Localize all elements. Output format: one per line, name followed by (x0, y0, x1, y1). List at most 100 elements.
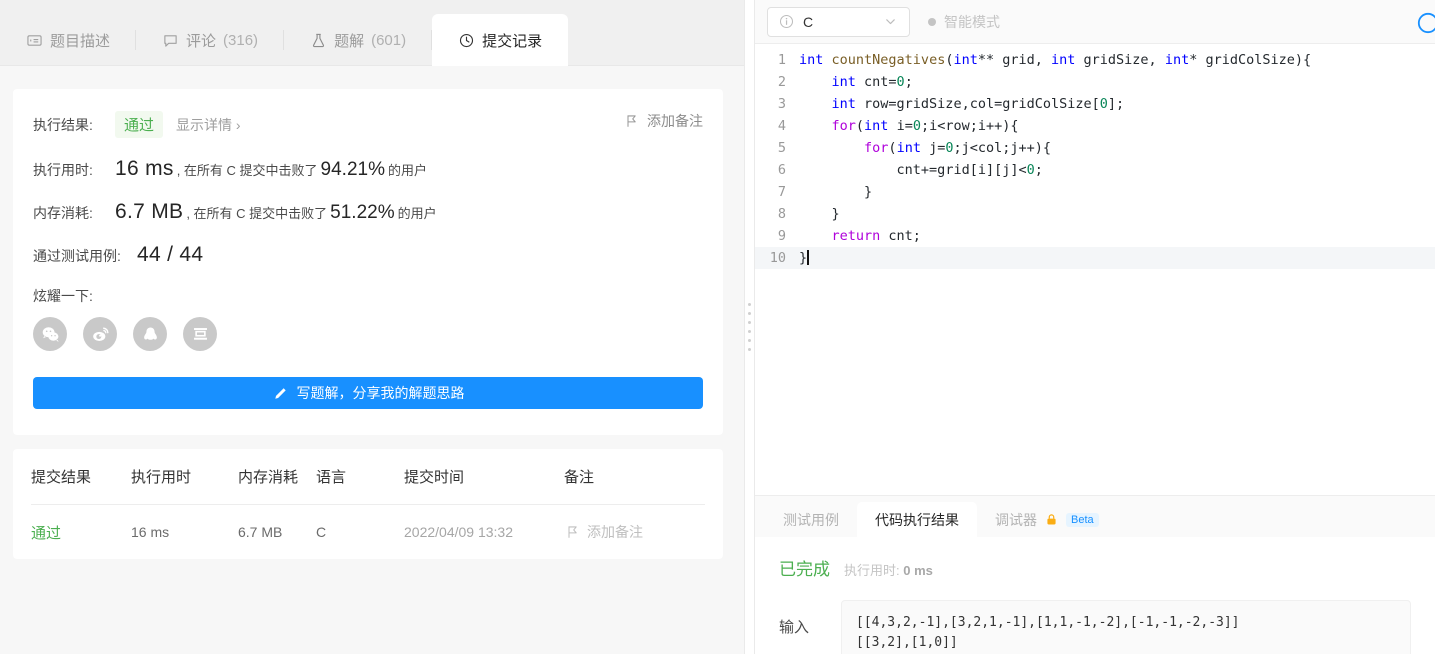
description-icon (26, 32, 43, 49)
tab-execution-result[interactable]: 代码执行结果 (857, 502, 977, 537)
code-line-active: 10 } (755, 247, 1435, 269)
code-line: 7 } (755, 181, 1435, 203)
chevron-down-icon (882, 13, 899, 30)
console-tab-label: 测试用例 (783, 511, 839, 528)
smart-mode-label: 智能模式 (944, 13, 1000, 30)
line-content: int cnt=0; (831, 74, 913, 90)
memory-midtext: , 在所有 C 提交中击败了 (186, 206, 328, 221)
tab-submissions[interactable]: 提交记录 (432, 14, 569, 66)
runtime-percentile: 94.21% (320, 159, 385, 180)
qq-icon[interactable] (133, 317, 167, 351)
tab-label: 题目描述 (50, 32, 111, 50)
tab-comments[interactable]: 评论 (316) (136, 14, 285, 66)
handle-dot (748, 348, 751, 351)
memory-label: 内存消耗: (33, 205, 93, 221)
editor-toolbar: C 智能模式 (755, 0, 1435, 44)
problem-tabbar: 题目描述 评论 (316) 题解 (601) 提交记录 (0, 0, 744, 66)
code-line: 4 for(int i=0;i<row;i++){ (755, 115, 1435, 137)
tab-label: 提交记录 (482, 32, 543, 50)
wechat-icon[interactable] (33, 317, 67, 351)
code-line: 6 cnt+=grid[i][j]<0; (755, 159, 1435, 181)
tab-count: (601) (371, 31, 407, 49)
memory-row: 内存消耗: 6.7 MB , 在所有 C 提交中击败了 51.22% 的用户 (33, 200, 703, 224)
row-add-note-button[interactable]: 添加备注 (564, 522, 705, 542)
line-number: 7 (777, 184, 786, 200)
line-content: for(int j=0;j<col;j++){ (864, 140, 1052, 156)
testcase-value: 44 / 44 (137, 243, 204, 266)
runtime-row: 执行用时: 16 ms , 在所有 C 提交中击败了 94.21% 的用户 (33, 157, 703, 181)
input-box[interactable]: [[4,3,2,-1],[3,2,1,-1],[1,1,-1,-2],[-1,-… (841, 600, 1411, 654)
console-tabbar: 测试用例 代码执行结果 调试器 Beta (755, 496, 1435, 537)
write-solution-button[interactable]: 写题解，分享我的解题思路 (33, 377, 703, 409)
share-label: 炫耀一下: (33, 288, 93, 304)
col-header-memory: 内存消耗 (238, 469, 299, 486)
col-header-runtime: 执行用时 (131, 469, 192, 486)
pencil-icon (272, 385, 289, 402)
row-status[interactable]: 通过 (31, 522, 131, 543)
col-header-time: 提交时间 (404, 469, 465, 486)
tab-description[interactable]: 题目描述 (0, 14, 137, 66)
line-number: 8 (777, 206, 786, 222)
testcase-label: 通过测试用例: (33, 248, 121, 264)
input-line-1: [[4,3,2,-1],[3,2,1,-1],[1,1,-1,-2],[-1,-… (856, 615, 1240, 630)
row-memory: 6.7 MB (238, 524, 283, 540)
help-circle-icon[interactable] (1417, 12, 1435, 39)
code-line: 8 } (755, 203, 1435, 225)
table-row[interactable]: 通过 16 ms 6.7 MB C 2022/04/09 13:32 添加备注 (31, 505, 705, 559)
add-note-button[interactable]: 添加备注 (623, 111, 703, 131)
tab-solutions[interactable]: 题解 (601) (284, 14, 433, 66)
console-body: 已完成 执行用时: 0 ms 输入 [[4,3,2,-1],[3,2,1,-1]… (755, 537, 1435, 654)
console-tab-label: 代码执行结果 (875, 511, 959, 528)
tab-label: 题解 (334, 32, 365, 50)
line-number: 5 (777, 140, 786, 156)
flag-icon (564, 524, 581, 541)
tab-testcase[interactable]: 测试用例 (765, 502, 857, 537)
tab-count: (316) (223, 31, 259, 49)
line-number: 1 (777, 52, 786, 68)
language-selector[interactable]: C (767, 6, 910, 37)
add-note-label: 添加备注 (647, 113, 703, 129)
row-runtime: 16 ms (131, 524, 170, 540)
panel-resize-handle[interactable] (744, 0, 755, 654)
tab-label: 评论 (186, 32, 217, 50)
status-badge: 通过 (115, 111, 164, 138)
text-caret (807, 250, 809, 265)
console-input-row: 输入 [[4,3,2,-1],[3,2,1,-1],[1,1,-1,-2],[-… (779, 600, 1411, 654)
line-content: for(int i=0;i<row;i++){ (831, 118, 1019, 134)
handle-dot (748, 339, 751, 342)
code-line: 1 int countNegatives(int** grid, int gri… (755, 49, 1435, 71)
code-editor[interactable]: 1 int countNegatives(int** grid, int gri… (755, 44, 1435, 495)
leetcode-submission-page: 题目描述 评论 (316) 题解 (601) 提交记录 添加备注 执行结果: 通… (0, 0, 1435, 654)
console-runtime: 执行用时: 0 ms (844, 560, 933, 579)
code-line: 5 for(int j=0;j<col;j++){ (755, 137, 1435, 159)
testcase-row: 通过测试用例: 44 / 44 (33, 243, 703, 267)
smart-mode-toggle[interactable]: 智能模式 (928, 12, 1000, 32)
console-runtime-value: 0 ms (903, 563, 933, 578)
show-detail-link[interactable]: 显示详情 › (176, 115, 241, 135)
info-icon (778, 13, 795, 30)
flag-icon (623, 113, 640, 130)
line-content: return cnt; (831, 228, 921, 244)
tab-debugger[interactable]: 调试器 Beta (977, 502, 1117, 537)
result-status-row: 执行结果: 通过 显示详情 › (33, 111, 703, 138)
lock-icon (1043, 511, 1060, 528)
smart-mode-dot (928, 17, 936, 26)
douban-icon[interactable] (183, 317, 217, 351)
submissions-table: 提交结果 执行用时 内存消耗 语言 提交时间 备注 通过 16 ms 6.7 M… (13, 449, 723, 559)
console-status-row: 已完成 执行用时: 0 ms (779, 555, 1411, 580)
row-add-note-label: 添加备注 (587, 524, 643, 540)
line-number: 2 (777, 74, 786, 90)
memory-percentile: 51.22% (330, 202, 395, 223)
handle-dot (748, 312, 751, 315)
runtime-value: 16 ms (115, 157, 174, 180)
weibo-icon[interactable] (83, 317, 117, 351)
code-line: 2 int cnt=0; (755, 71, 1435, 93)
runtime-midtext: , 在所有 C 提交中击败了 (176, 163, 318, 178)
runtime-label: 执行用时: (33, 162, 93, 178)
handle-dot (748, 330, 751, 333)
line-number: 6 (777, 162, 786, 178)
input-label: 输入 (779, 619, 810, 636)
line-content: cnt+=grid[i][j]<0; (896, 162, 1043, 178)
console-runtime-label: 执行用时: (844, 563, 900, 578)
line-content: int countNegatives(int** grid, int gridS… (799, 52, 1312, 68)
